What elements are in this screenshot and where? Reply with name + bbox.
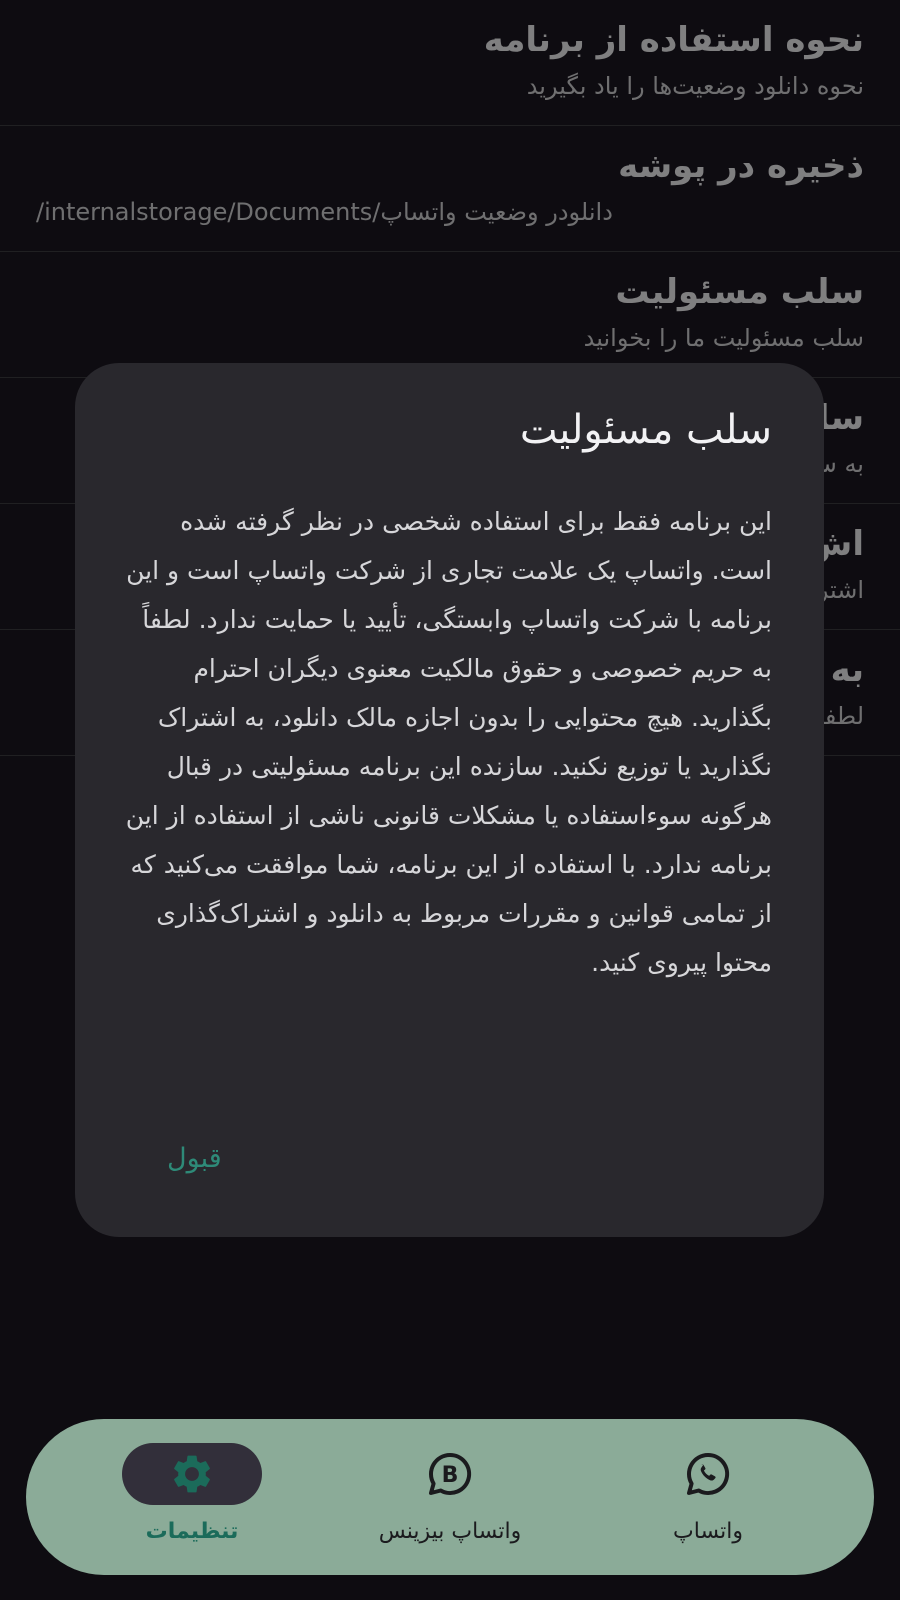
dialog-title: سلب مسئولیت bbox=[519, 407, 772, 453]
bottom-navigation: تنظیمات B واتساپ بیزینس واتساپ bbox=[26, 1419, 874, 1575]
settings-item-disclaimer[interactable]: سلب مسئولیت سلب مسئولیت ما را بخوانید bbox=[0, 252, 900, 378]
svg-text:B: B bbox=[442, 1463, 459, 1488]
settings-item-subtitle: /internalstorage/Documents/دانلودر وضعیت… bbox=[36, 198, 613, 226]
settings-item-subtitle: سلب مسئولیت ما را بخوانید bbox=[583, 324, 864, 352]
settings-item-save-folder[interactable]: ذخیره در پوشه /internalstorage/Documents… bbox=[0, 126, 900, 252]
nav-item-settings[interactable]: تنظیمات bbox=[72, 1419, 312, 1575]
settings-item-title: ذخیره در پوشه bbox=[618, 146, 864, 186]
whatsapp-icon bbox=[687, 1452, 730, 1495]
nav-label: تنظیمات bbox=[145, 1519, 239, 1544]
dialog-body: این برنامه فقط برای استفاده شخصی در نظر … bbox=[125, 507, 772, 977]
disclaimer-dialog: سلب مسئولیت این برنامه فقط برای استفاده … bbox=[75, 363, 824, 1237]
gear-icon bbox=[174, 1455, 210, 1493]
active-indicator-pill bbox=[122, 1443, 262, 1505]
settings-item-title: به bbox=[830, 650, 864, 690]
settings-item-subtitle: نحوه دانلود وضعیت‌ها را یاد بگیرید bbox=[526, 72, 864, 100]
settings-item-how-to-use[interactable]: نحوه استفاده از برنامه نحوه دانلود وضعیت… bbox=[0, 0, 900, 126]
settings-item-title: سا bbox=[817, 398, 864, 438]
nav-label: واتساپ bbox=[673, 1519, 743, 1544]
nav-label: واتساپ بیزینس bbox=[378, 1519, 522, 1544]
nav-icon-wrap bbox=[638, 1443, 778, 1505]
nav-item-whatsapp[interactable]: واتساپ bbox=[588, 1419, 828, 1575]
accept-button[interactable]: قبول bbox=[167, 1143, 222, 1174]
nav-icon-wrap: B bbox=[380, 1443, 520, 1505]
nav-item-whatsapp-business[interactable]: B واتساپ بیزینس bbox=[330, 1419, 570, 1575]
settings-item-title: سلب مسئولیت bbox=[615, 272, 864, 312]
settings-item-subtitle: لطفا bbox=[817, 702, 864, 730]
settings-item-title: نحوه استفاده از برنامه bbox=[483, 20, 864, 60]
screen: نحوه استفاده از برنامه نحوه دانلود وضعیت… bbox=[0, 0, 900, 1600]
whatsapp-business-icon: B bbox=[429, 1452, 472, 1495]
